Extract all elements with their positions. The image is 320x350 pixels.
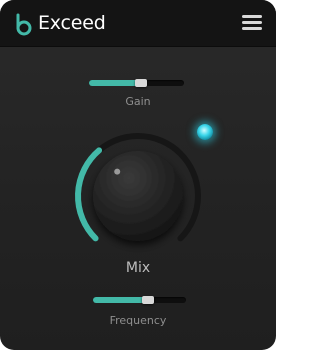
plugin-window: Exceed Gain Mix Frequency [0, 0, 276, 350]
mix-label: Mix [125, 260, 151, 276]
mix-knob-pointer [114, 168, 121, 175]
frequency-label: Frequency [109, 314, 167, 327]
frequency-slider[interactable] [93, 296, 186, 304]
frequency-slider-fill [93, 297, 148, 303]
mix-knob-body[interactable] [93, 151, 183, 241]
frequency-slider-thumb[interactable] [141, 296, 154, 304]
